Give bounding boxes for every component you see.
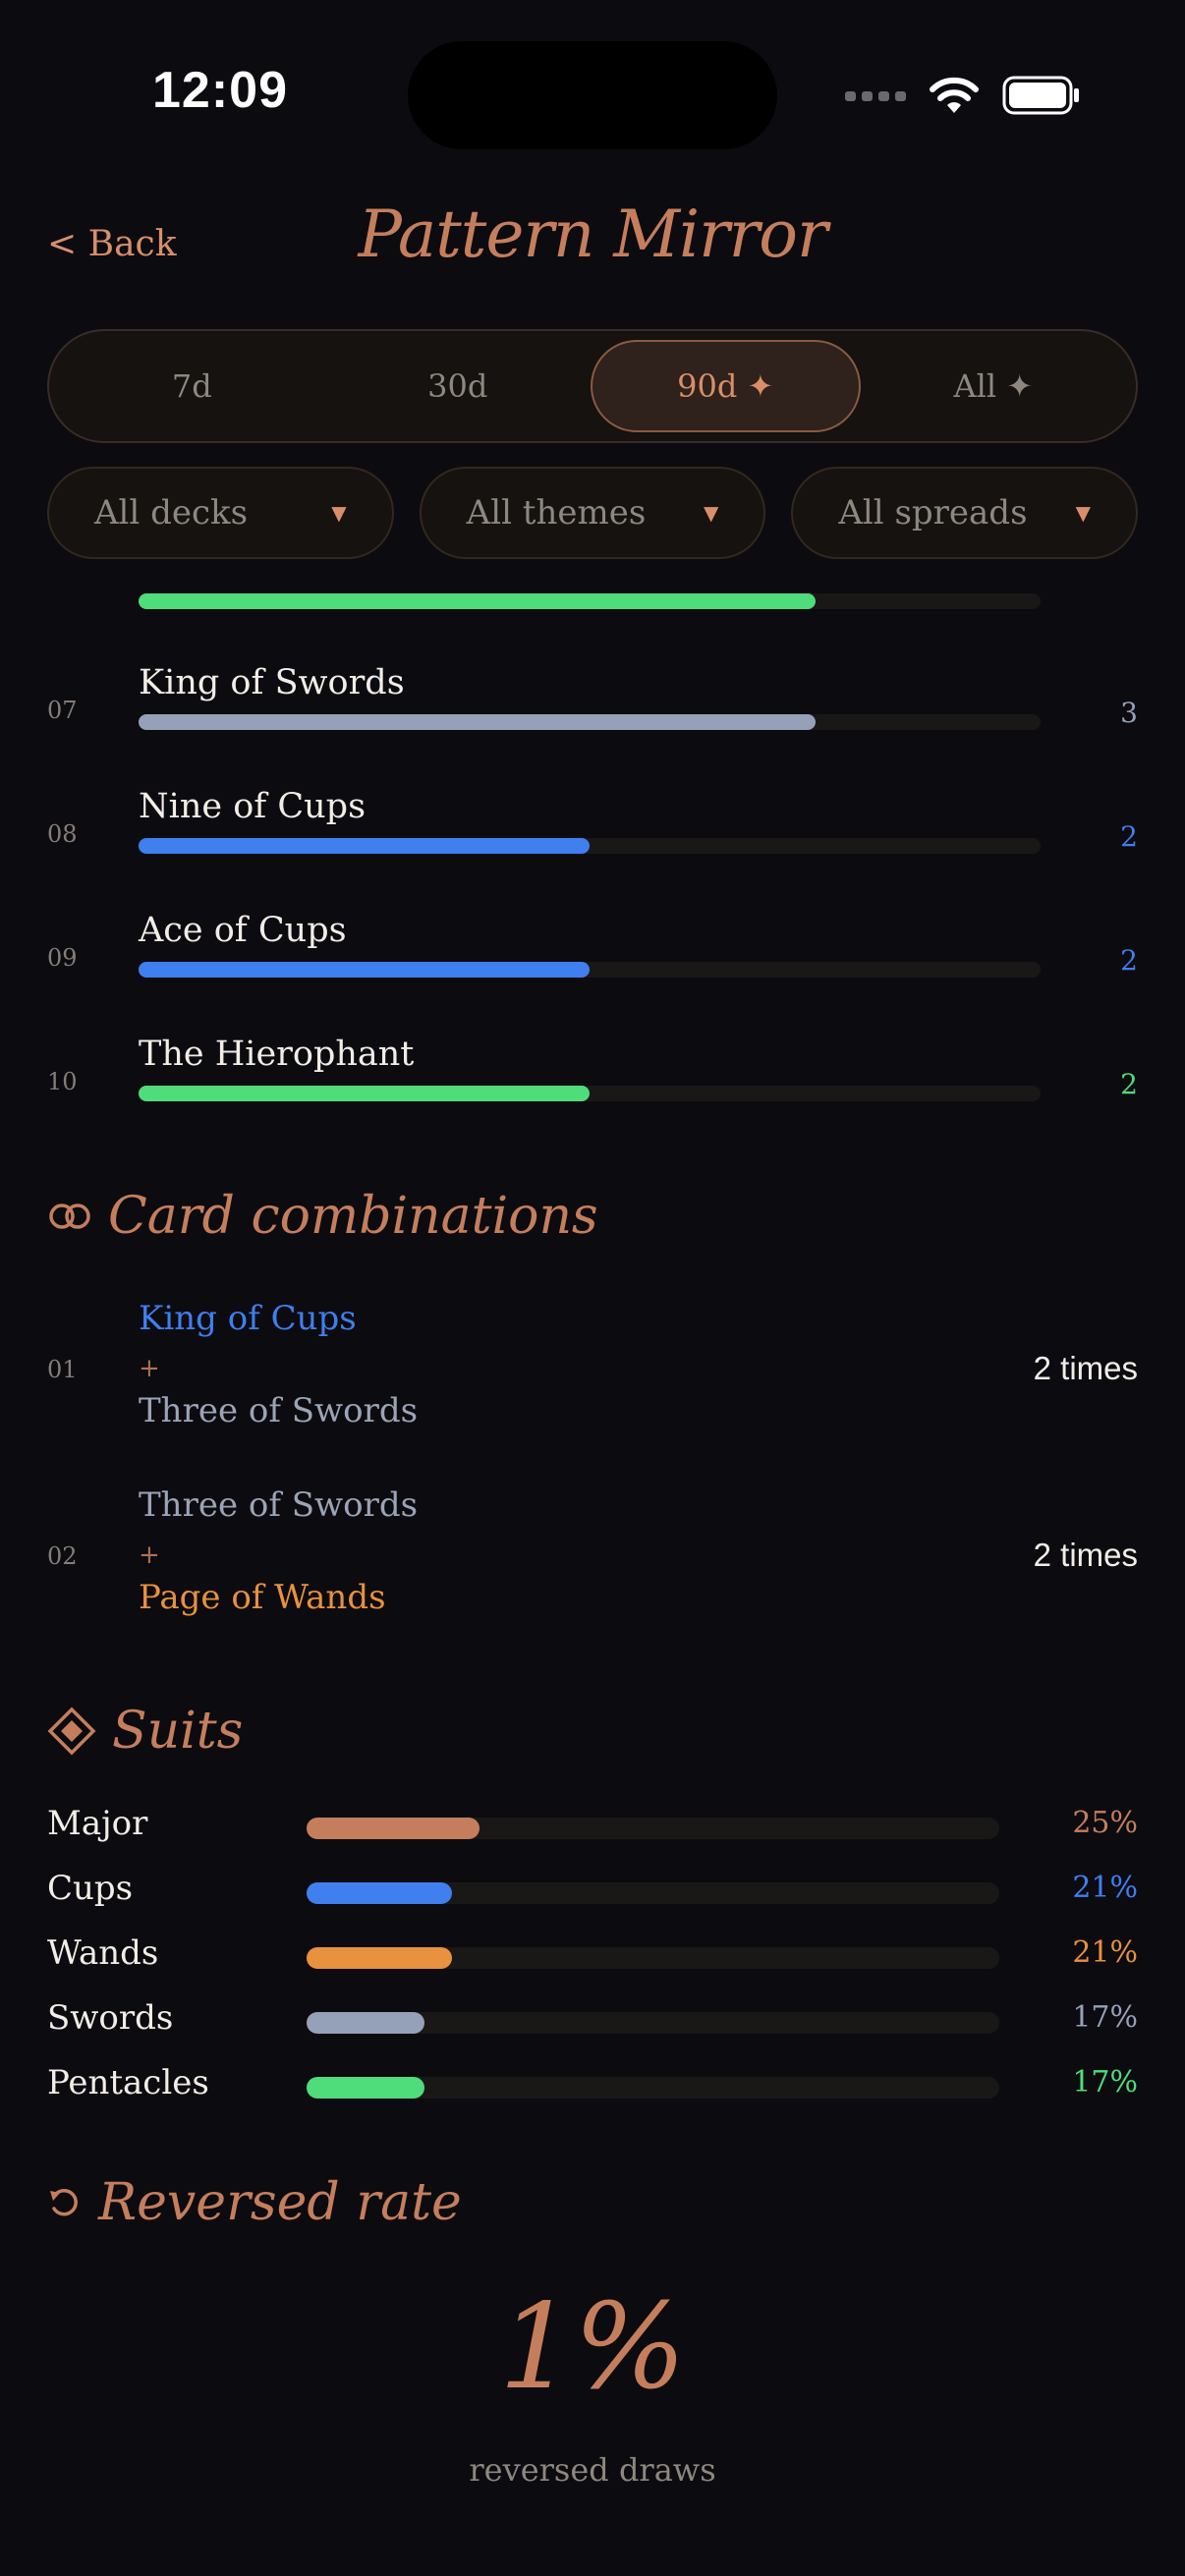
suit-label: Swords (47, 1998, 174, 2038)
combinations-title: Card combinations (108, 1187, 598, 1246)
suit-fill (307, 2077, 424, 2099)
combination-rank: 02 (47, 1542, 78, 1570)
suit-track (307, 2077, 999, 2099)
combination-card-b: Page of Wands (139, 1578, 386, 1617)
frequency-track (139, 1086, 1041, 1101)
combination-card-a: King of Cups (139, 1299, 357, 1338)
interlocking-rings-icon (49, 1204, 90, 1229)
pattern-mirror-screen: 12:09 < Back Pattern Mirror 7d 30d 90d ✦… (0, 0, 1185, 2576)
suit-label: Cups (47, 1869, 134, 1908)
suit-fill (307, 1882, 453, 1904)
range-all[interactable]: All ✦ (861, 340, 1127, 432)
frequency-track (139, 714, 1041, 730)
battery-icon (1002, 76, 1079, 115)
combination-rank: 01 (47, 1356, 78, 1383)
suit-label: Pentacles (47, 2063, 209, 2102)
frequency-fill (139, 1086, 590, 1101)
suit-track (307, 1818, 999, 1839)
diamond-icon (47, 1707, 96, 1756)
frequency-fill (139, 962, 590, 978)
card-count: 2 (1120, 1068, 1138, 1100)
card-count: 2 (1120, 820, 1138, 853)
suit-label: Major (47, 1804, 148, 1843)
suit-row: Cups 21% (47, 1869, 1138, 1918)
combination-card-a: Three of Swords (139, 1485, 419, 1525)
frequency-track (139, 962, 1041, 978)
reversed-heading: Reversed rate (47, 2173, 462, 2232)
card-name: Nine of Cups (139, 787, 367, 826)
suits-heading: Suits (47, 1702, 243, 1761)
card-rank: 10 (47, 1068, 78, 1095)
frequency-fill (139, 714, 816, 730)
suit-label: Wands (47, 1933, 159, 1973)
range-7d[interactable]: 7d (59, 340, 325, 432)
suit-fill (307, 1947, 453, 1969)
page-title: Pattern Mirror (358, 196, 827, 272)
combination-card-b: Three of Swords (139, 1391, 419, 1430)
suit-track (307, 1947, 999, 1969)
suit-track (307, 2012, 999, 2034)
frequency-track (139, 593, 1041, 609)
time-range-selector: 7d 30d 90d ✦ All ✦ (47, 329, 1138, 443)
reversed-title: Reversed rate (98, 2173, 462, 2232)
card-rank: 09 (47, 944, 78, 972)
cellular-signal-icon (845, 91, 906, 101)
card-name: Ace of Cups (139, 911, 347, 950)
wifi-icon (930, 77, 979, 113)
card-name: King of Swords (139, 663, 405, 702)
dynamic-island (408, 41, 777, 149)
card-row[interactable]: 08 Nine of Cups 2 (47, 787, 1138, 875)
deck-filter-label: All decks (94, 493, 249, 532)
card-count: 2 (1120, 944, 1138, 977)
combination-plus: + (139, 1540, 160, 1570)
suit-fill (307, 2012, 424, 2034)
suit-percent: 21% (1072, 1871, 1138, 1905)
card-rank: 08 (47, 820, 78, 848)
suit-track (307, 1882, 999, 1904)
reversed-rate-value: 1% (498, 2279, 687, 2416)
range-90d[interactable]: 90d ✦ (591, 340, 861, 432)
chevron-down-icon: ▼ (331, 501, 347, 525)
frequency-track (139, 838, 1041, 854)
card-count: 3 (1120, 697, 1138, 729)
card-rank: 07 (47, 697, 78, 724)
card-row-partial (47, 542, 1138, 611)
suit-row: Swords 17% (47, 1998, 1138, 2047)
combination-plus: + (139, 1354, 160, 1383)
combination-row[interactable]: 01 King of Cups + Three of Swords 2 time… (47, 1299, 1138, 1446)
reversed-rate-caption: reversed draws (469, 2451, 716, 2489)
card-row[interactable]: 07 King of Swords 3 (47, 663, 1138, 752)
spread-filter-label: All spreads (838, 493, 1028, 532)
chevron-down-icon: ▼ (703, 501, 719, 525)
suits-title: Suits (112, 1702, 244, 1761)
frequency-fill (139, 593, 816, 609)
chevron-down-icon: ▼ (1075, 501, 1092, 525)
suit-row: Wands 21% (47, 1933, 1138, 1983)
suit-row: Major 25% (47, 1804, 1138, 1853)
suit-fill (307, 1818, 480, 1839)
suit-percent: 21% (1072, 1935, 1138, 1970)
suit-percent: 17% (1072, 2065, 1138, 2100)
rotate-icon (50, 2188, 78, 2216)
status-time: 12:09 (152, 62, 288, 119)
card-name: The Hierophant (139, 1035, 415, 1074)
frequency-fill (139, 838, 590, 854)
combination-count: 2 times (1033, 1537, 1138, 1573)
combination-count: 2 times (1033, 1350, 1138, 1386)
suit-row: Pentacles 17% (47, 2063, 1138, 2112)
status-icons (845, 71, 1081, 120)
suit-percent: 17% (1072, 2000, 1138, 2035)
combination-row[interactable]: 02 Three of Swords + Page of Wands 2 tim… (47, 1485, 1138, 1633)
suit-percent: 25% (1072, 1806, 1138, 1840)
card-row[interactable]: 10 The Hierophant 2 (47, 1035, 1138, 1123)
card-row[interactable]: 09 Ace of Cups 2 (47, 911, 1138, 999)
theme-filter-label: All themes (466, 493, 647, 532)
range-30d[interactable]: 30d (325, 340, 592, 432)
combinations-heading: Card combinations (47, 1187, 598, 1246)
